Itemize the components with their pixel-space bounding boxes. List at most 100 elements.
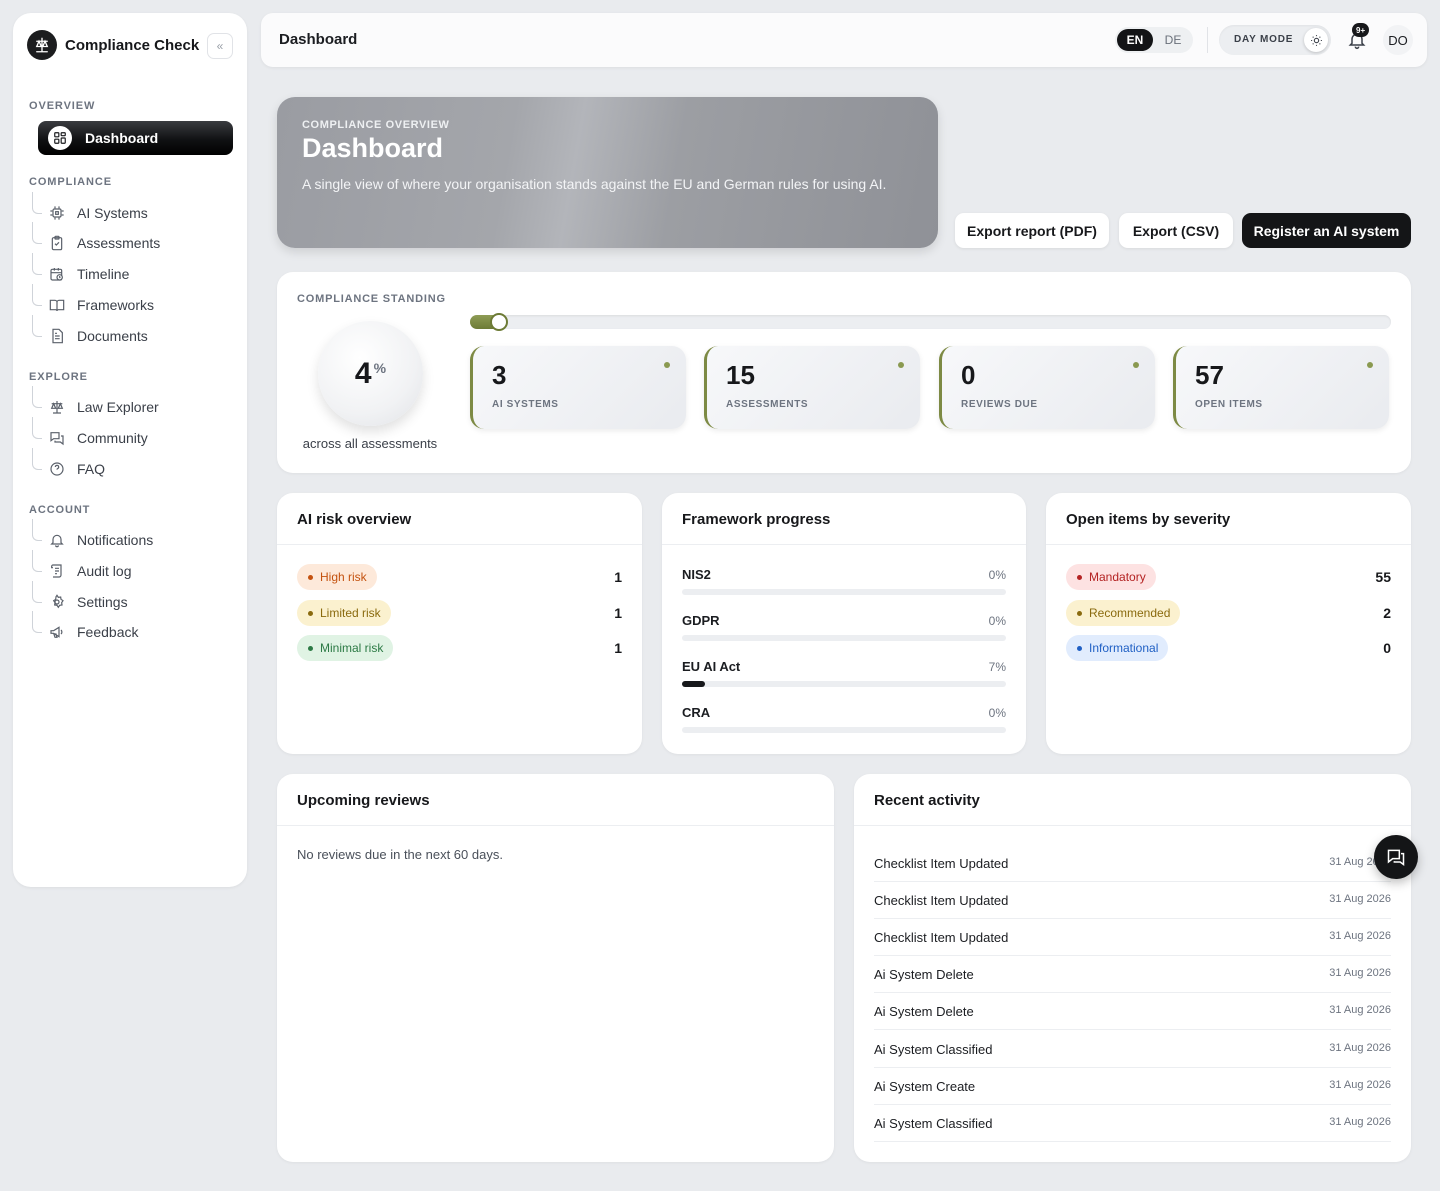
sidebar-item-label: Dashboard <box>85 130 159 146</box>
sidebar-item-timeline[interactable]: Timeline <box>29 253 233 289</box>
framework-row[interactable]: NIS2 0% <box>682 567 1006 603</box>
sidebar-item-feedback[interactable]: Feedback <box>29 611 233 647</box>
section-account: ACCOUNT <box>29 504 91 516</box>
severity-row[interactable]: Informational 0 <box>1066 635 1391 661</box>
sidebar-item-assessments[interactable]: Assessments <box>29 222 233 258</box>
lang-de-button[interactable]: DE <box>1155 29 1191 51</box>
export-pdf-button[interactable]: Export report (PDF) <box>955 213 1109 248</box>
severity-row[interactable]: Recommended 2 <box>1066 600 1391 626</box>
sidebar-item-frameworks[interactable]: Frameworks <box>29 284 233 320</box>
activity-row[interactable]: Checklist Item Updated 31 Aug 2026 <box>874 919 1391 956</box>
sidebar-item-label: Documents <box>77 328 148 344</box>
progress-knob[interactable] <box>489 313 508 331</box>
status-dot <box>898 362 904 368</box>
stat-card-reviews-due[interactable]: 0 REVIEWS DUE <box>939 346 1155 429</box>
sidebar-item-label: Feedback <box>77 624 139 640</box>
open-items-severity-card: Open items by severity Mandatory 55 Reco… <box>1046 493 1411 754</box>
stat-label: ASSESSMENTS <box>726 399 809 410</box>
risk-badge: Minimal risk <box>297 635 394 661</box>
severity-count: 2 <box>1383 605 1391 621</box>
stat-card-assessments[interactable]: 15 ASSESSMENTS <box>704 346 920 429</box>
export-csv-button[interactable]: Export (CSV) <box>1119 213 1233 248</box>
activity-name: Checklist Item Updated <box>874 856 1009 871</box>
sidebar-item-label: Frameworks <box>77 297 155 313</box>
sidebar-item-law-explorer[interactable]: Law Explorer <box>29 386 233 422</box>
activity-name: Ai System Delete <box>874 1004 974 1019</box>
chat-support-button[interactable] <box>1374 835 1418 879</box>
stat-label: OPEN ITEMS <box>1195 399 1263 410</box>
brand[interactable]: Compliance Check <box>27 30 199 60</box>
framework-progress-track <box>682 681 1006 687</box>
activity-row[interactable]: Ai System Delete 31 Aug 2026 <box>874 993 1391 1030</box>
activity-date: 31 Aug 2026 <box>1329 1116 1391 1128</box>
activity-row[interactable]: Ai System Delete 31 Aug 2026 <box>874 956 1391 993</box>
card-title: Open items by severity <box>1066 511 1231 528</box>
sidebar-item-label: Notifications <box>77 532 154 548</box>
compliance-dial: 4 % <box>318 321 423 426</box>
framework-progress-card: Framework progress NIS2 0% GDPR 0% EU AI… <box>662 493 1026 754</box>
severity-row[interactable]: Mandatory 55 <box>1066 564 1391 590</box>
sidebar-item-label: Audit log <box>77 563 132 579</box>
day-mode-label: DAY MODE <box>1234 34 1294 45</box>
stat-value: 0 <box>961 360 976 390</box>
activity-date: 31 Aug 2026 <box>1329 967 1391 979</box>
avatar[interactable]: DO <box>1383 25 1413 55</box>
activity-row[interactable]: Checklist Item Updated 31 Aug 2026 <box>874 882 1391 919</box>
activity-name: Ai System Create <box>874 1079 976 1094</box>
sidebar-item-documents[interactable]: Documents <box>29 315 233 351</box>
stat-card-ai-systems[interactable]: 3 AI SYSTEMS <box>470 346 686 429</box>
sidebar-item-dashboard[interactable]: Dashboard <box>38 121 233 155</box>
top-bar: Dashboard EN DE DAY MODE 9+ DO <box>261 13 1427 67</box>
activity-row[interactable]: Ai System Create 31 Aug 2026 <box>874 1068 1391 1105</box>
stat-card-open-items[interactable]: 57 OPEN ITEMS <box>1173 346 1389 429</box>
activity-row[interactable]: Checklist Item Updated 31 Aug 2026 <box>874 845 1391 882</box>
risk-row[interactable]: High risk 1 <box>297 564 622 590</box>
upcoming-reviews-card: Upcoming reviews No reviews due in the n… <box>277 774 834 1162</box>
compliance-progress-bar <box>470 313 1391 331</box>
hero-banner: COMPLIANCE OVERVIEW Dashboard A single v… <box>277 97 938 248</box>
activity-date: 31 Aug 2026 <box>1329 930 1391 942</box>
framework-percent: 0% <box>988 568 1006 582</box>
sidebar-item-faq[interactable]: FAQ <box>29 448 233 484</box>
activity-name: Ai System Classified <box>874 1042 993 1057</box>
dial-caption: across all assessments <box>302 436 438 451</box>
calendar-clock-icon <box>50 268 63 281</box>
framework-row[interactable]: GDPR 0% <box>682 613 1006 649</box>
register-ai-system-button[interactable]: Register an AI system <box>1242 213 1411 248</box>
activity-name: Ai System Delete <box>874 967 974 982</box>
framework-progress-track <box>682 635 1006 641</box>
collapse-sidebar-button[interactable]: « <box>207 33 233 59</box>
empty-state-message: No reviews due in the next 60 days. <box>297 847 503 862</box>
sidebar-item-notifications[interactable]: Notifications <box>29 519 233 555</box>
scales-logo-icon <box>27 30 57 60</box>
lang-en-button[interactable]: EN <box>1117 29 1153 51</box>
severity-badge: Mandatory <box>1066 564 1156 590</box>
activity-row[interactable]: Ai System Classified 31 Aug 2026 <box>874 1031 1391 1068</box>
page-title: Dashboard <box>279 31 358 48</box>
sidebar-item-ai-systems[interactable]: AI Systems <box>29 192 233 228</box>
framework-progress-fill <box>682 681 705 687</box>
framework-row[interactable]: CRA 0% <box>682 705 1006 741</box>
day-mode-toggle[interactable]: DAY MODE <box>1219 25 1331 55</box>
activity-row[interactable]: Ai System Classified 31 Aug 2026 <box>874 1105 1391 1142</box>
language-toggle: EN DE <box>1115 27 1193 53</box>
chip-icon <box>50 206 64 220</box>
section-explore: EXPLORE <box>29 371 88 383</box>
framework-percent: 0% <box>988 614 1006 628</box>
hero-title: Dashboard <box>302 133 444 163</box>
sidebar-item-audit-log[interactable]: Audit log <box>29 550 233 586</box>
stat-label: REVIEWS DUE <box>961 399 1038 410</box>
sidebar-item-community[interactable]: Community <box>29 417 233 453</box>
framework-name: EU AI Act <box>682 659 741 674</box>
stat-label: AI SYSTEMS <box>492 399 559 410</box>
risk-row[interactable]: Minimal risk 1 <box>297 635 622 661</box>
notification-count-badge: 9+ <box>1352 23 1370 37</box>
sidebar-item-settings[interactable]: Settings <box>29 581 233 617</box>
section-overview: OVERVIEW <box>29 100 96 112</box>
risk-row[interactable]: Limited risk 1 <box>297 600 622 626</box>
risk-count: 1 <box>614 605 622 621</box>
sidebar-item-label: Community <box>77 430 148 446</box>
scales-icon <box>50 401 64 414</box>
activity-date: 31 Aug 2026 <box>1329 1004 1391 1016</box>
framework-row[interactable]: EU AI Act 7% <box>682 659 1006 695</box>
